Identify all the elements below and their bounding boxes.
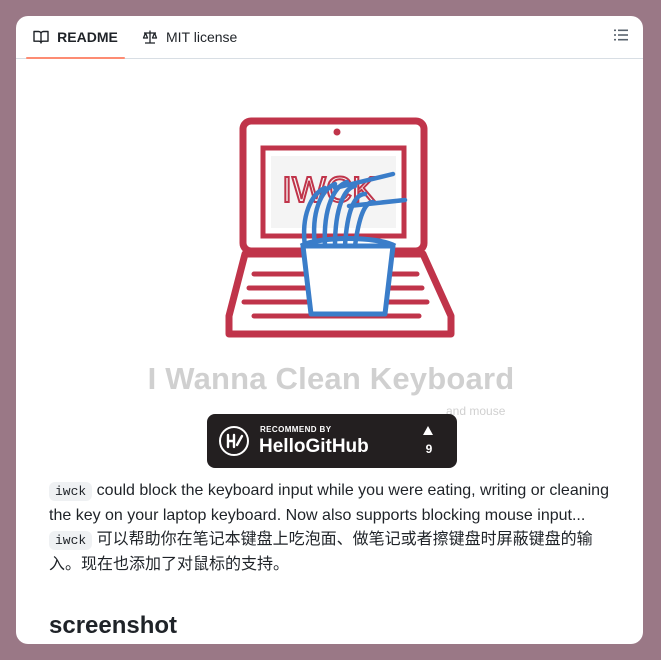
hellogithub-badge[interactable]: RECOMMEND BY HelloGitHub 9	[207, 414, 457, 468]
description-zh: 可以帮助你在笔记本键盘上吃泡面、做笔记或者擦键盘时屏蔽键盘的输入。现在也添加了对…	[49, 531, 593, 573]
book-icon	[33, 30, 49, 44]
badge-count: 9	[425, 442, 433, 456]
description: iwck could block the keyboard input whil…	[49, 479, 613, 577]
badge-brand-label: HelloGitHub	[259, 436, 369, 457]
upvote-arrow-icon	[423, 426, 433, 435]
readme-card: README MIT license IWCK I Wanna Clean Ke…	[16, 16, 643, 644]
scale-icon	[142, 30, 158, 44]
list-icon[interactable]	[613, 27, 629, 43]
active-tab-indicator	[26, 57, 125, 59]
tab-bar: README MIT license	[16, 16, 643, 59]
tab-license[interactable]: MIT license	[142, 16, 237, 58]
inline-code-zh: iwck	[49, 531, 93, 550]
description-en: could block the keyboard input while you…	[49, 482, 609, 524]
badge-recommend-label: RECOMMEND BY	[260, 425, 332, 434]
project-title: I Wanna Clean Keyboard	[147, 361, 515, 396]
tab-readme-label: README	[57, 29, 118, 45]
inline-code: iwck	[49, 482, 93, 501]
section-heading-screenshot: screenshot	[49, 612, 613, 644]
tab-license-label: MIT license	[166, 29, 238, 45]
tab-readme[interactable]: README	[26, 16, 125, 59]
laptop-noodles-logo: IWCK	[225, 117, 455, 338]
hellogithub-logo-icon	[219, 426, 249, 456]
